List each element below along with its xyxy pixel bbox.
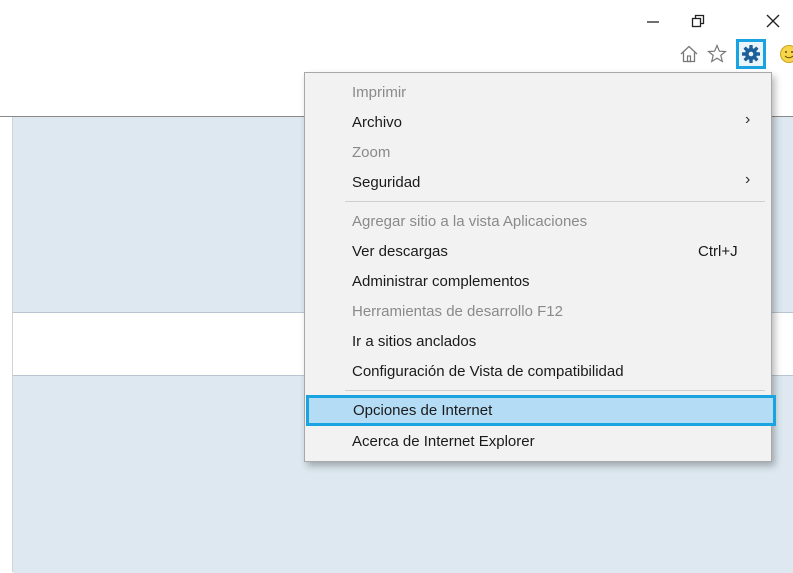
menu-item-label: Ver descargas (352, 243, 448, 260)
menu-item-seguridad[interactable]: Seguridad › (305, 168, 771, 196)
star-icon (707, 44, 727, 64)
restore-icon (690, 13, 706, 29)
submenu-arrow-icon: › (745, 111, 750, 129)
favorites-button[interactable] (706, 43, 728, 65)
feedback-button[interactable] (778, 43, 793, 65)
menu-item-opciones-internet[interactable]: Opciones de Internet (306, 395, 776, 426)
close-icon (765, 13, 781, 29)
menu-separator (345, 390, 765, 391)
menu-item-label: Configuración de Vista de compatibilidad (352, 363, 624, 380)
minimize-button[interactable] (638, 8, 668, 34)
restore-button[interactable] (683, 8, 713, 34)
menu-item-agregar-sitio: Agregar sitio a la vista Aplicaciones (305, 207, 771, 235)
home-icon (679, 44, 699, 64)
close-button[interactable] (758, 8, 788, 34)
menu-item-archivo[interactable]: Archivo › (305, 108, 771, 136)
menu-item-sitios-anclados[interactable]: Ir a sitios anclados (305, 327, 771, 355)
menu-item-label: Acerca de Internet Explorer (352, 433, 535, 450)
menu-item-label: Zoom (352, 144, 390, 161)
menu-item-label: Imprimir (352, 84, 406, 101)
menu-item-herramientas-desarrollo: Herramientas de desarrollo F12 (305, 297, 771, 325)
menu-item-label: Seguridad (352, 174, 420, 191)
menu-item-ver-descargas[interactable]: Ver descargas Ctrl+J (305, 237, 771, 265)
menu-item-acerca-de[interactable]: Acerca de Internet Explorer (305, 427, 771, 455)
menu-item-label: Archivo (352, 114, 402, 131)
minimize-icon (645, 13, 661, 29)
gear-icon (741, 44, 761, 64)
menu-item-label: Opciones de Internet (353, 402, 492, 419)
menu-item-label: Herramientas de desarrollo F12 (352, 303, 563, 320)
menu-item-vista-compatibilidad[interactable]: Configuración de Vista de compatibilidad (305, 357, 771, 385)
menu-item-label: Agregar sitio a la vista Aplicaciones (352, 213, 587, 230)
tools-menu: Imprimir Archivo › Zoom Seguridad › Agre… (304, 72, 772, 462)
menu-item-administrar-complementos[interactable]: Administrar complementos (305, 267, 771, 295)
menu-item-imprimir: Imprimir (305, 78, 771, 106)
home-button[interactable] (678, 43, 700, 65)
menu-item-label: Ir a sitios anclados (352, 333, 476, 350)
smiley-icon (779, 44, 793, 64)
tools-button[interactable] (736, 39, 766, 69)
menu-separator (345, 201, 765, 202)
menu-item-label: Administrar complementos (352, 273, 530, 290)
menu-item-shortcut: Ctrl+J (698, 243, 738, 260)
submenu-arrow-icon: › (745, 171, 750, 189)
menu-item-zoom: Zoom (305, 138, 771, 166)
